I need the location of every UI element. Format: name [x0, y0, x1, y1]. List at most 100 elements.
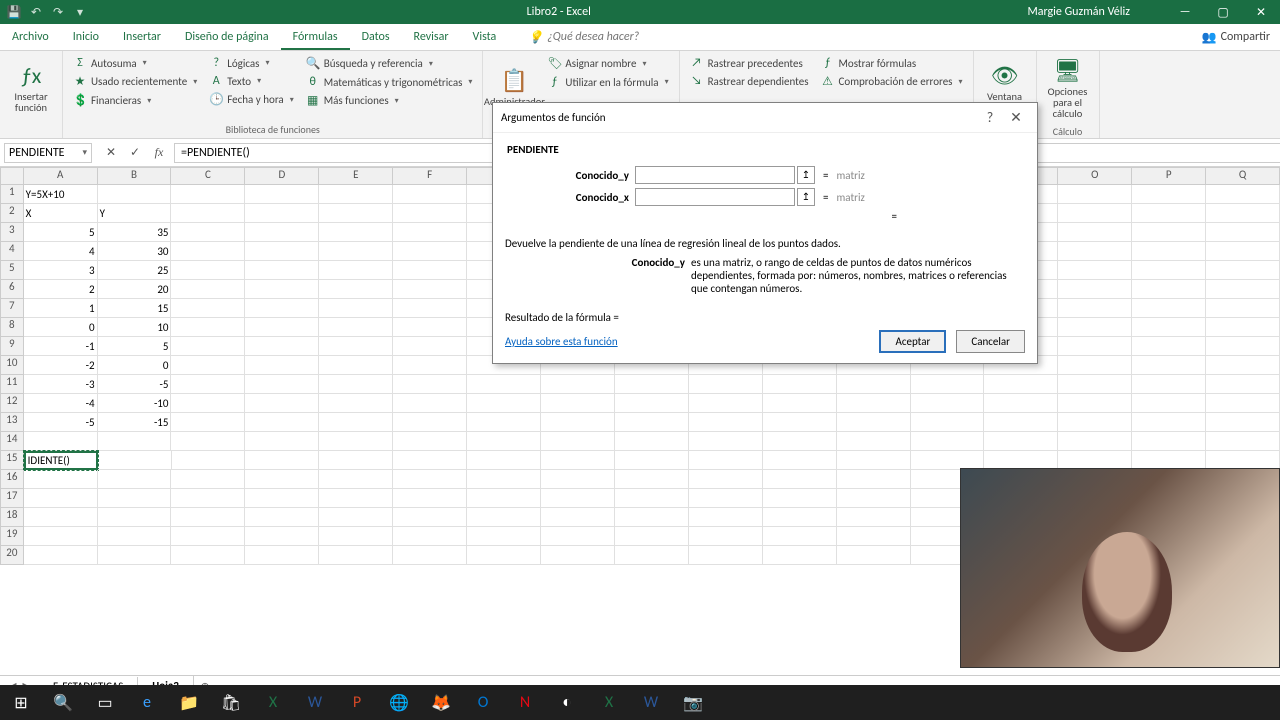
cell[interactable] — [171, 508, 245, 527]
cell[interactable]: 5 — [24, 223, 98, 242]
row-header[interactable]: 9 — [0, 337, 24, 356]
cell[interactable] — [319, 508, 393, 527]
cell[interactable] — [541, 489, 615, 508]
cell[interactable] — [541, 527, 615, 546]
netflix-icon[interactable]: N — [510, 688, 540, 718]
cell[interactable] — [1206, 204, 1280, 223]
cell[interactable] — [837, 470, 911, 489]
cell[interactable] — [393, 280, 467, 299]
outlook-icon[interactable]: O — [468, 688, 498, 718]
cell[interactable] — [763, 527, 837, 546]
row-header[interactable]: 1 — [0, 185, 24, 204]
cell[interactable] — [541, 451, 615, 470]
row-header[interactable]: 20 — [0, 546, 24, 565]
cell[interactable] — [1058, 204, 1132, 223]
cell[interactable] — [911, 394, 985, 413]
cell[interactable] — [319, 546, 393, 565]
cancel-button[interactable]: Cancelar — [956, 330, 1025, 353]
cell[interactable] — [1132, 185, 1206, 204]
cell[interactable] — [467, 527, 541, 546]
cell[interactable]: 4 — [24, 242, 98, 261]
start-icon[interactable]: ⊞ — [6, 688, 36, 718]
cell[interactable]: IDIENTE() — [24, 451, 98, 470]
cell[interactable] — [171, 489, 245, 508]
cell[interactable] — [245, 337, 319, 356]
cell[interactable]: 5 — [98, 337, 172, 356]
datetime-button[interactable]: 🕒Fecha y hora▾ — [205, 91, 298, 108]
function-help-link[interactable]: Ayuda sobre esta función — [505, 335, 618, 348]
cell[interactable] — [245, 356, 319, 375]
cell[interactable] — [171, 242, 245, 261]
cell[interactable] — [1132, 413, 1206, 432]
cell[interactable]: -4 — [24, 394, 98, 413]
chevron-down-icon[interactable]: ▾ — [82, 147, 87, 158]
cell[interactable] — [171, 318, 245, 337]
cell[interactable] — [1206, 318, 1280, 337]
row-header[interactable]: 14 — [0, 432, 24, 451]
cell[interactable] — [171, 337, 245, 356]
cell[interactable] — [1132, 280, 1206, 299]
logical-button[interactable]: ?Lógicas▾ — [205, 55, 298, 71]
cell[interactable] — [393, 508, 467, 527]
row-header[interactable]: 4 — [0, 242, 24, 261]
cell[interactable] — [319, 318, 393, 337]
cell[interactable] — [615, 375, 689, 394]
cell[interactable] — [467, 394, 541, 413]
cell[interactable] — [24, 432, 98, 451]
cell[interactable] — [319, 394, 393, 413]
cell[interactable]: 25 — [98, 261, 172, 280]
cell[interactable] — [1206, 280, 1280, 299]
cell[interactable] — [24, 470, 98, 489]
cell[interactable]: -5 — [98, 375, 172, 394]
cell[interactable] — [1058, 413, 1132, 432]
cell[interactable] — [615, 451, 689, 470]
cell[interactable] — [615, 394, 689, 413]
cell[interactable] — [984, 432, 1058, 451]
cell[interactable] — [541, 432, 615, 451]
cell[interactable] — [245, 375, 319, 394]
cell[interactable]: -5 — [24, 413, 98, 432]
cell[interactable] — [1206, 394, 1280, 413]
cell[interactable] — [1132, 204, 1206, 223]
cell[interactable] — [319, 489, 393, 508]
cell[interactable] — [393, 223, 467, 242]
row-header[interactable]: 5 — [0, 261, 24, 280]
cell[interactable] — [763, 489, 837, 508]
row-header[interactable]: 19 — [0, 527, 24, 546]
cell[interactable] — [541, 375, 615, 394]
cell[interactable] — [1206, 261, 1280, 280]
cell[interactable] — [98, 546, 172, 565]
cell[interactable] — [319, 299, 393, 318]
cell[interactable] — [984, 394, 1058, 413]
cell[interactable] — [615, 546, 689, 565]
cell[interactable] — [1058, 356, 1132, 375]
arg-x-input[interactable] — [635, 188, 795, 206]
cell[interactable] — [541, 546, 615, 565]
cell[interactable] — [1132, 432, 1206, 451]
col-header[interactable]: Q — [1206, 167, 1280, 185]
row-header[interactable]: 15 — [0, 451, 24, 470]
cell[interactable] — [615, 527, 689, 546]
cell[interactable] — [689, 508, 763, 527]
cell[interactable] — [393, 413, 467, 432]
lookup-button[interactable]: 🔍Búsqueda y referencia▾ — [302, 55, 477, 72]
cell[interactable] — [171, 375, 245, 394]
cell[interactable]: 10 — [98, 318, 172, 337]
cell[interactable] — [319, 261, 393, 280]
cell[interactable] — [467, 375, 541, 394]
cell[interactable] — [393, 185, 467, 204]
cell[interactable] — [245, 394, 319, 413]
tab-vista[interactable]: Vista — [461, 24, 509, 50]
cell[interactable] — [245, 451, 319, 470]
row-header[interactable]: 7 — [0, 299, 24, 318]
cell[interactable] — [171, 394, 245, 413]
maximize-icon[interactable]: ▢ — [1208, 5, 1238, 20]
cell[interactable] — [245, 261, 319, 280]
cell[interactable] — [763, 432, 837, 451]
cell[interactable] — [319, 280, 393, 299]
cell[interactable] — [467, 489, 541, 508]
cell[interactable] — [763, 394, 837, 413]
cell[interactable] — [319, 242, 393, 261]
cell[interactable]: 35 — [98, 223, 172, 242]
cell[interactable] — [245, 527, 319, 546]
